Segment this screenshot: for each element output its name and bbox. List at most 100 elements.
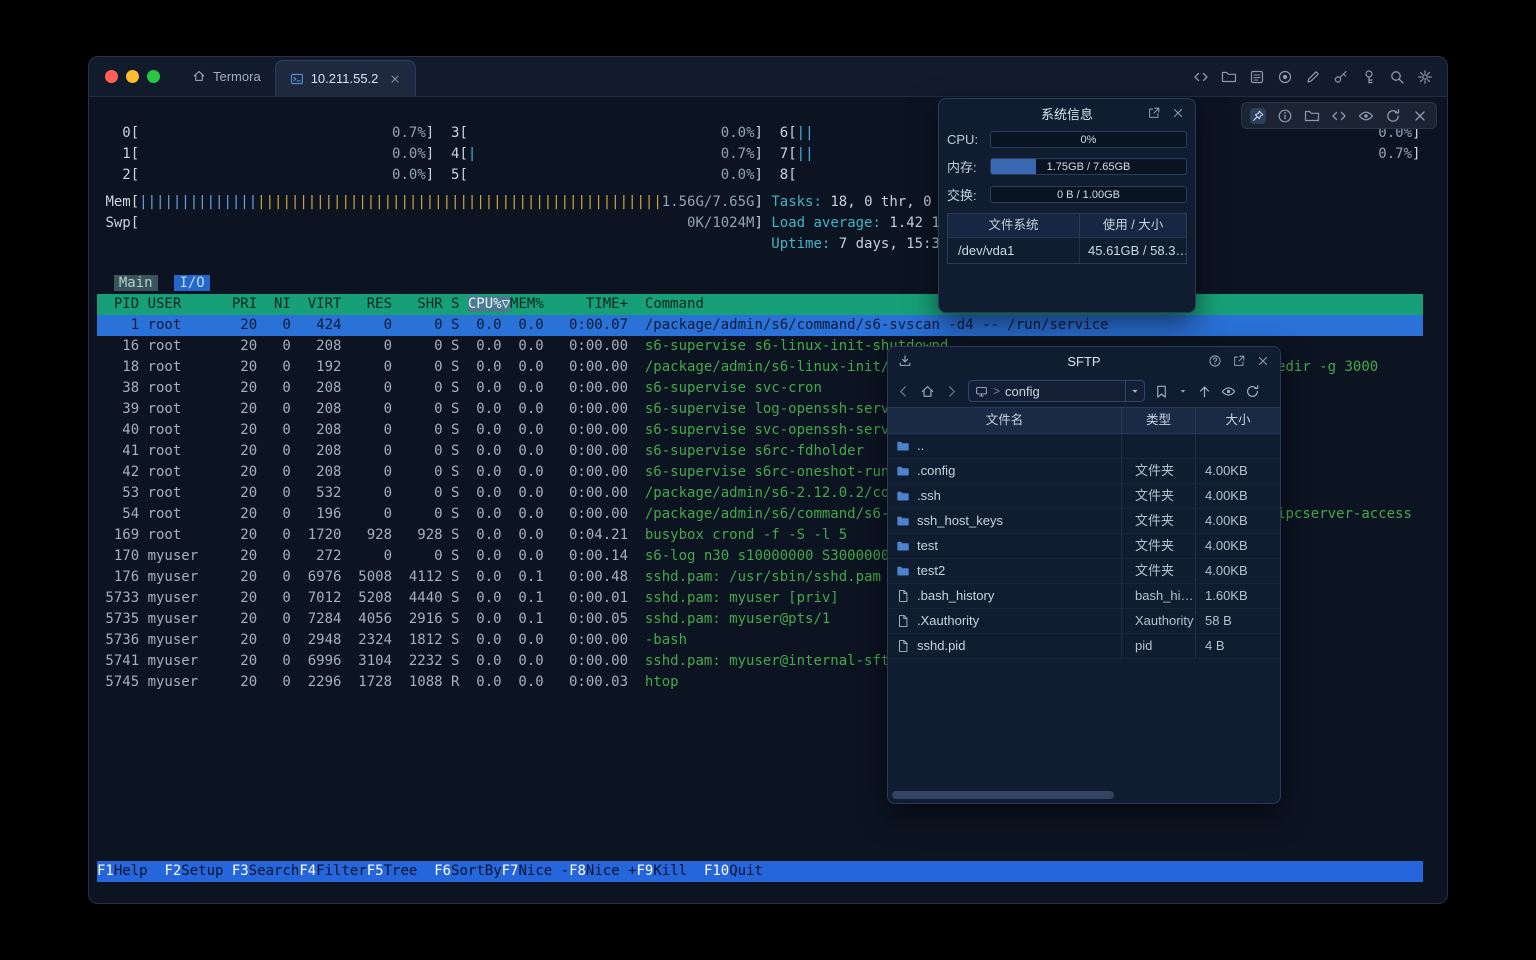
tab-termora-home[interactable]: Termora <box>178 56 275 96</box>
transfers-icon[interactable] <box>898 354 912 368</box>
file-row[interactable]: test文件夹4.00KB <box>888 534 1280 559</box>
file-size: 4.00KB <box>1196 559 1280 583</box>
code-icon[interactable] <box>1193 69 1209 85</box>
tab-label: 10.211.55.2 <box>311 71 379 86</box>
file-size <box>1196 434 1280 458</box>
fkey-label[interactable]: Setup <box>181 863 232 879</box>
file-type: 文件夹 <box>1122 484 1196 508</box>
folder-icon <box>896 564 910 578</box>
fkey-number[interactable]: F1 <box>97 863 114 879</box>
file-type: 文件夹 <box>1122 534 1196 558</box>
fkey-label[interactable]: SortBy <box>451 863 502 879</box>
close-panel-icon[interactable] <box>1256 354 1270 368</box>
file-row[interactable]: .XauthorityXauthority58 B <box>888 609 1280 634</box>
htop-screen-tabs: Main I/O <box>97 273 1447 294</box>
settings-icon[interactable] <box>1417 69 1433 85</box>
file-name: test2 <box>917 559 945 583</box>
fkey-label[interactable]: Help <box>114 863 165 879</box>
file-name: .Xauthority <box>917 609 979 633</box>
fkey-number[interactable]: F4 <box>299 863 316 879</box>
file-row[interactable]: .. <box>888 434 1280 459</box>
fkey-label[interactable]: Filter <box>316 863 367 879</box>
file-size: 4 B <box>1196 634 1280 658</box>
fkey-number[interactable]: F2 <box>164 863 181 879</box>
fkey-number[interactable]: F5 <box>367 863 384 879</box>
file-type: 文件夹 <box>1122 459 1196 483</box>
open-in-window-icon[interactable] <box>1232 354 1246 368</box>
memory-usage-value: 1.75GB / 7.65GB <box>991 159 1186 174</box>
fkey-number[interactable]: F8 <box>569 863 586 879</box>
column-header: 文件名 <box>888 408 1122 433</box>
file-row[interactable]: sshd.pidpid4 B <box>888 634 1280 659</box>
bookmark-icon[interactable] <box>1154 384 1169 399</box>
folder-icon[interactable] <box>1304 108 1320 124</box>
folder-icon[interactable] <box>1221 69 1237 85</box>
file-row[interactable]: test2 文件夹4.00KB <box>888 559 1280 584</box>
fkey-label[interactable]: Search <box>249 863 300 879</box>
record-icon[interactable] <box>1277 69 1293 85</box>
fkey-number[interactable]: F7 <box>502 863 519 879</box>
file-row[interactable]: .ssh文件夹4.00KB <box>888 484 1280 509</box>
code-icon[interactable] <box>1331 108 1347 124</box>
close-window-button[interactable] <box>105 70 118 83</box>
close-panel-icon[interactable] <box>1171 106 1185 120</box>
fkey-number[interactable]: F9 <box>637 863 654 879</box>
pin-icon[interactable] <box>1250 108 1266 124</box>
file-type: 文件夹 <box>1122 559 1196 583</box>
scrollbar-thumb[interactable] <box>892 791 1114 799</box>
htop-tab-io[interactable]: I/O <box>174 275 209 291</box>
htop-tab-main[interactable]: Main <box>114 275 158 291</box>
show-hidden-files-icon[interactable] <box>1221 384 1236 399</box>
uptime-row: Uptime: 7 days, 15:3 <box>97 234 1447 255</box>
server-icon <box>975 385 988 398</box>
file-type <box>1122 434 1196 458</box>
search-icon[interactable] <box>1389 69 1405 85</box>
fkey-number[interactable]: F6 <box>434 863 451 879</box>
help-icon[interactable] <box>1208 354 1222 368</box>
column-header: 使用 / 大小 <box>1080 214 1186 237</box>
close-tab-icon[interactable] <box>389 73 401 85</box>
fkey-number[interactable]: F3 <box>232 863 249 879</box>
fkey-label[interactable]: Tree <box>384 863 435 879</box>
close-icon[interactable] <box>1412 108 1428 124</box>
filesystem-row[interactable]: /dev/vda145.61GB / 58.3… <box>948 237 1186 263</box>
minimize-window-button[interactable] <box>126 70 139 83</box>
log-icon[interactable] <box>1249 69 1265 85</box>
fkey-label[interactable]: Kill <box>653 863 704 879</box>
home-icon[interactable] <box>920 384 935 399</box>
swap-label: 交换: <box>947 185 990 204</box>
fkey-label[interactable]: Nice + <box>586 863 637 879</box>
titlebar-action-icons <box>1193 57 1433 97</box>
forward-icon[interactable] <box>944 384 959 399</box>
file-size: 4.00KB <box>1196 484 1280 508</box>
new-tab-button[interactable] <box>416 80 436 96</box>
file-row[interactable]: .config文件夹4.00KB <box>888 459 1280 484</box>
key-icon[interactable] <box>1333 69 1349 85</box>
file-size: 4.00KB <box>1196 459 1280 483</box>
bookmark-caret-icon[interactable] <box>1178 386 1188 396</box>
refresh-icon[interactable] <box>1245 384 1260 399</box>
keychain-icon[interactable] <box>1361 69 1377 85</box>
current-path: config <box>1005 384 1120 399</box>
open-in-window-icon[interactable] <box>1147 106 1161 120</box>
zoom-window-button[interactable] <box>147 70 160 83</box>
fkey-number[interactable]: F10 <box>704 863 729 879</box>
column-header: 文件系统 <box>948 214 1080 237</box>
titlebar: Termora 10.211.55.2 <box>89 57 1447 97</box>
back-icon[interactable] <box>896 384 911 399</box>
sort-column-header[interactable]: CPU%▽ <box>468 296 510 312</box>
refresh-icon[interactable] <box>1385 108 1401 124</box>
file-row[interactable]: .bash_historybash_hi…1.60KB <box>888 584 1280 609</box>
eye-icon[interactable] <box>1358 108 1374 124</box>
fkey-label[interactable]: Nice - <box>518 863 569 879</box>
horizontal-scrollbar[interactable] <box>892 791 1276 799</box>
edit-icon[interactable] <box>1305 69 1321 85</box>
info-icon[interactable] <box>1277 108 1293 124</box>
file-row[interactable]: ssh_host_keys文件夹4.00KB <box>888 509 1280 534</box>
path-selector[interactable]: > config <box>968 380 1145 402</box>
fkey-label[interactable]: Quit <box>729 863 780 879</box>
tab-session[interactable]: 10.211.55.2 <box>275 60 417 96</box>
parent-directory-icon[interactable] <box>1197 384 1212 399</box>
column-header: 类型 <box>1122 408 1196 433</box>
caret-down-icon <box>1129 385 1141 397</box>
